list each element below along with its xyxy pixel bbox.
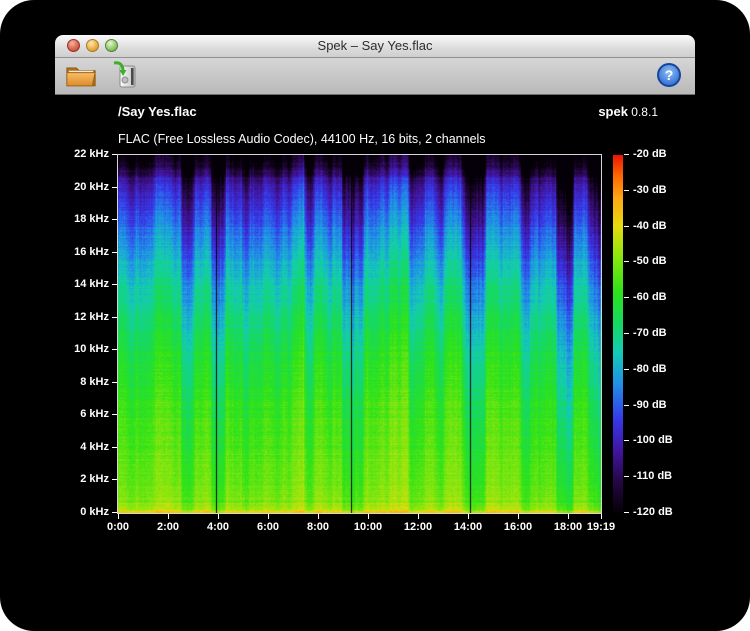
minimize-button[interactable] (86, 39, 99, 52)
db-tick (624, 226, 629, 227)
freq-tick (112, 154, 117, 155)
db-tick (624, 476, 629, 477)
time-tick (468, 514, 469, 519)
freq-tick-label: 16 kHz (59, 246, 109, 259)
db-tick-label: -80 dB (633, 363, 667, 376)
db-tick-label: -120 dB (633, 506, 673, 519)
time-tick (568, 514, 569, 519)
time-tick-label: 12:00 (396, 521, 440, 534)
db-tick (624, 154, 629, 155)
time-tick (418, 514, 419, 519)
zoom-button[interactable] (105, 39, 118, 52)
time-tick-label: 10:00 (346, 521, 390, 534)
db-tick-label: -50 dB (633, 255, 667, 268)
time-tick (368, 514, 369, 519)
freq-tick-label: 14 kHz (59, 278, 109, 291)
freq-tick (112, 447, 117, 448)
freq-tick (112, 219, 117, 220)
open-file-button[interactable] (63, 59, 99, 93)
time-tick-label: 0:00 (96, 521, 140, 534)
db-tick-label: -40 dB (633, 220, 667, 233)
db-tick-label: -30 dB (633, 184, 667, 197)
freq-tick-label: 6 kHz (59, 408, 109, 421)
db-tick-label: -100 dB (633, 434, 673, 447)
app-version: 0.8.1 (631, 105, 658, 119)
time-tick-label: 6:00 (246, 521, 290, 534)
window-title: Spek – Say Yes.flac (55, 35, 695, 57)
time-tick-label: 4:00 (196, 521, 240, 534)
db-tick (624, 297, 629, 298)
svg-text:?: ? (665, 67, 674, 83)
close-button[interactable] (67, 39, 80, 52)
help-button[interactable]: ? (651, 59, 687, 93)
time-tick (601, 514, 602, 519)
freq-tick (112, 349, 117, 350)
db-tick-label: -110 dB (633, 470, 672, 483)
title-bar[interactable]: Spek – Say Yes.flac (55, 35, 695, 58)
time-tick (268, 514, 269, 519)
db-tick-label: -60 dB (633, 291, 667, 304)
time-tick-label: 2:00 (146, 521, 190, 534)
freq-tick-label: 0 kHz (59, 506, 109, 519)
traffic-lights (67, 39, 118, 52)
freq-tick-label: 12 kHz (59, 311, 109, 324)
help-icon: ? (656, 62, 682, 91)
db-tick (624, 512, 629, 513)
save-icon (110, 60, 140, 93)
time-tick (218, 514, 219, 519)
db-tick (624, 440, 629, 441)
time-tick (168, 514, 169, 519)
db-tick-label: -90 dB (633, 399, 667, 412)
time-tick (518, 514, 519, 519)
freq-tick (112, 414, 117, 415)
freq-tick-label: 10 kHz (59, 343, 109, 356)
db-tick (624, 333, 629, 334)
save-spectrogram-button[interactable] (107, 59, 143, 93)
freq-tick (112, 252, 117, 253)
freq-tick (112, 382, 117, 383)
freq-tick-label: 8 kHz (59, 376, 109, 389)
freq-tick-label: 4 kHz (59, 441, 109, 454)
time-tick-label: 8:00 (296, 521, 340, 534)
freq-tick (112, 479, 117, 480)
freq-tick (112, 187, 117, 188)
db-tick-label: -70 dB (633, 327, 667, 340)
freq-tick-label: 2 kHz (59, 473, 109, 486)
app-name: spek (598, 104, 628, 119)
file-path-label: /Say Yes.flac (118, 104, 197, 119)
spek-window: Spek – Say Yes.flac (55, 35, 695, 588)
freq-tick (112, 284, 117, 285)
toolbar: ? (55, 58, 695, 95)
audio-format-label: FLAC (Free Lossless Audio Codec), 44100 … (118, 132, 486, 146)
time-tick (118, 514, 119, 519)
time-tick (318, 514, 319, 519)
time-tick-label: 16:00 (496, 521, 540, 534)
spectrogram-canvas (118, 155, 601, 513)
open-folder-icon (65, 61, 97, 91)
time-tick-label: 14:00 (446, 521, 490, 534)
db-tick (624, 405, 629, 406)
screenshot-root: Spek – Say Yes.flac (0, 0, 750, 631)
app-version-label: spek 0.8.1 (598, 104, 658, 119)
db-tick (624, 261, 629, 262)
freq-tick-label: 20 kHz (59, 181, 109, 194)
freq-tick-label: 18 kHz (59, 213, 109, 226)
time-tick-label: 19:19 (579, 521, 623, 534)
freq-tick (112, 317, 117, 318)
freq-tick (112, 512, 117, 513)
db-color-scale (613, 155, 623, 513)
db-tick (624, 369, 629, 370)
db-tick (624, 190, 629, 191)
freq-tick-label: 22 kHz (59, 148, 109, 161)
db-tick-label: -20 dB (633, 148, 667, 161)
